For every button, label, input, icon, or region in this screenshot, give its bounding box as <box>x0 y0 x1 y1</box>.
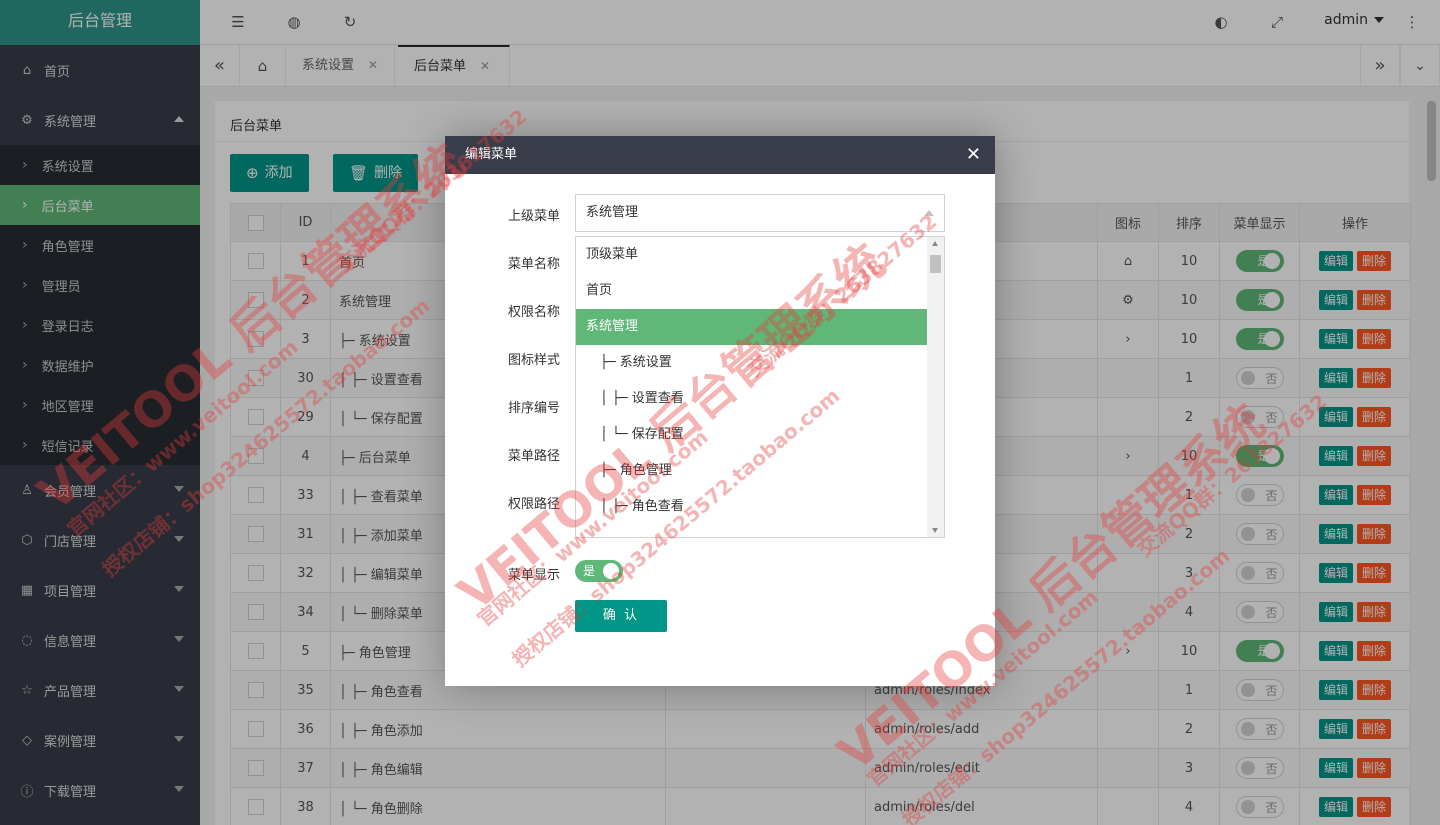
label-icon-style: 图标样式 <box>507 353 560 368</box>
dropdown-option[interactable]: 首页 <box>576 273 928 309</box>
label-parent-menu: 上级菜单 <box>507 209 560 224</box>
label-perm-path: 权限路径 <box>507 497 560 512</box>
menu-show-toggle[interactable]: 是 <box>575 560 623 582</box>
parent-menu-value: 系统管理 <box>586 205 639 220</box>
dropdown-option[interactable]: ├─ 角色管理 <box>576 453 928 489</box>
dropdown-option[interactable]: 系统管理 <box>576 309 928 345</box>
dropdown-option[interactable]: │ ├─ 设置查看 <box>576 381 928 417</box>
parent-menu-dropdown: 顶级菜单 首页 系统管理 ├─ 系统设置 │ ├─ 设置查看 │ └─ 保存配置 ├─ 角色… <box>575 236 945 538</box>
confirm-button[interactable]: 确 认 <box>575 600 667 632</box>
label-order: 排序编号 <box>507 401 560 416</box>
dialog-title: 编辑菜单 <box>465 147 518 162</box>
dropdown-option[interactable]: ├─ 系统设置 <box>576 345 928 381</box>
dropdown-option[interactable]: │ └─ 保存配置 <box>576 417 928 453</box>
label-menu-path: 菜单路径 <box>507 449 560 464</box>
dropdown-option[interactable]: 顶级菜单 <box>576 237 928 273</box>
label-perm-name: 权限名称 <box>507 305 560 320</box>
close-icon[interactable]: ✕ <box>966 136 981 174</box>
label-menu-name: 菜单名称 <box>507 257 560 272</box>
dropdown-scrollbar[interactable] <box>927 237 944 537</box>
dialog-header: 编辑菜单 ✕ <box>445 136 995 174</box>
chevron-up-icon <box>924 210 934 216</box>
dropdown-option[interactable]: │ ├─ 角色查看 <box>576 489 928 525</box>
label-menu-show: 菜单显示 <box>507 568 560 583</box>
parent-menu-select[interactable]: 系统管理 <box>575 194 945 232</box>
edit-menu-dialog: 编辑菜单 ✕ 上级菜单 菜单名称 权限名称 图标样式 排序编号 菜单路径 权限路… <box>445 136 995 686</box>
toggle-label: 是 <box>575 560 623 582</box>
